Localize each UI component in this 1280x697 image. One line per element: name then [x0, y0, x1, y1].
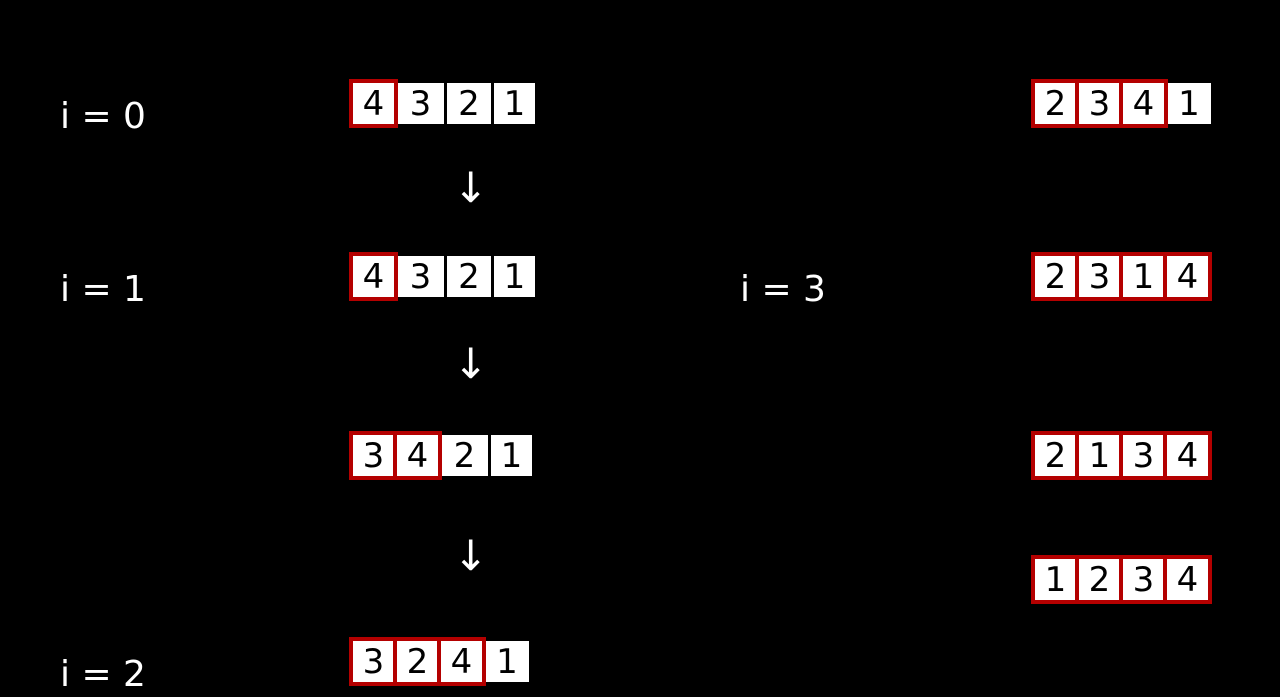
step-label: i = 1: [60, 269, 146, 310]
step-label: i = 3: [740, 269, 826, 310]
array-cell: 4: [437, 637, 486, 686]
array-row: 4321: [350, 80, 538, 127]
array-row: 2341: [1032, 80, 1214, 127]
array-cell: 3: [349, 637, 398, 686]
step-label: i = 2: [60, 654, 146, 695]
array-row: 2134: [1032, 432, 1211, 479]
array-cell: 1: [491, 80, 538, 127]
array-cell: 2: [1031, 252, 1080, 301]
array-cell: 4: [393, 431, 442, 480]
array-cell: 3: [1075, 252, 1124, 301]
array-cell: 3: [349, 431, 398, 480]
array-cell: 2: [1031, 431, 1080, 480]
arrow-down-icon: ↓: [453, 167, 488, 209]
diagram-canvas: i = 04321i = 143213421i = 23241↓↓↓ 2341i…: [0, 0, 1280, 697]
array-cell: 2: [444, 80, 491, 127]
array-row: 4321: [350, 253, 538, 300]
array-cell: 4: [1163, 555, 1212, 604]
array-cell: 1: [1031, 555, 1080, 604]
array-row: 2314: [1032, 253, 1211, 300]
array-cell: 1: [1167, 80, 1214, 127]
arrow-down-icon: ↓: [453, 343, 488, 385]
array-cell: 1: [485, 638, 532, 685]
array-row: 3241: [350, 638, 532, 685]
array-cell: 3: [397, 80, 444, 127]
step-label: i = 0: [60, 96, 146, 137]
array-row: 3421: [350, 432, 535, 479]
arrow-down-icon: ↓: [453, 535, 488, 577]
array-cell: 2: [393, 637, 442, 686]
array-cell: 1: [1119, 252, 1168, 301]
array-cell: 2: [444, 253, 491, 300]
array-cell: 4: [349, 79, 398, 128]
array-cell: 4: [1163, 431, 1212, 480]
array-cell: 2: [441, 432, 488, 479]
array-cell: 3: [1119, 431, 1168, 480]
array-cell: 1: [1075, 431, 1124, 480]
array-cell: 3: [1119, 555, 1168, 604]
array-cell: 2: [1031, 79, 1080, 128]
array-row: 1234: [1032, 556, 1211, 603]
array-cell: 1: [491, 253, 538, 300]
array-cell: 4: [349, 252, 398, 301]
array-cell: 2: [1075, 555, 1124, 604]
array-cell: 4: [1119, 79, 1168, 128]
array-cell: 4: [1163, 252, 1212, 301]
array-cell: 1: [488, 432, 535, 479]
array-cell: 3: [397, 253, 444, 300]
array-cell: 3: [1075, 79, 1124, 128]
